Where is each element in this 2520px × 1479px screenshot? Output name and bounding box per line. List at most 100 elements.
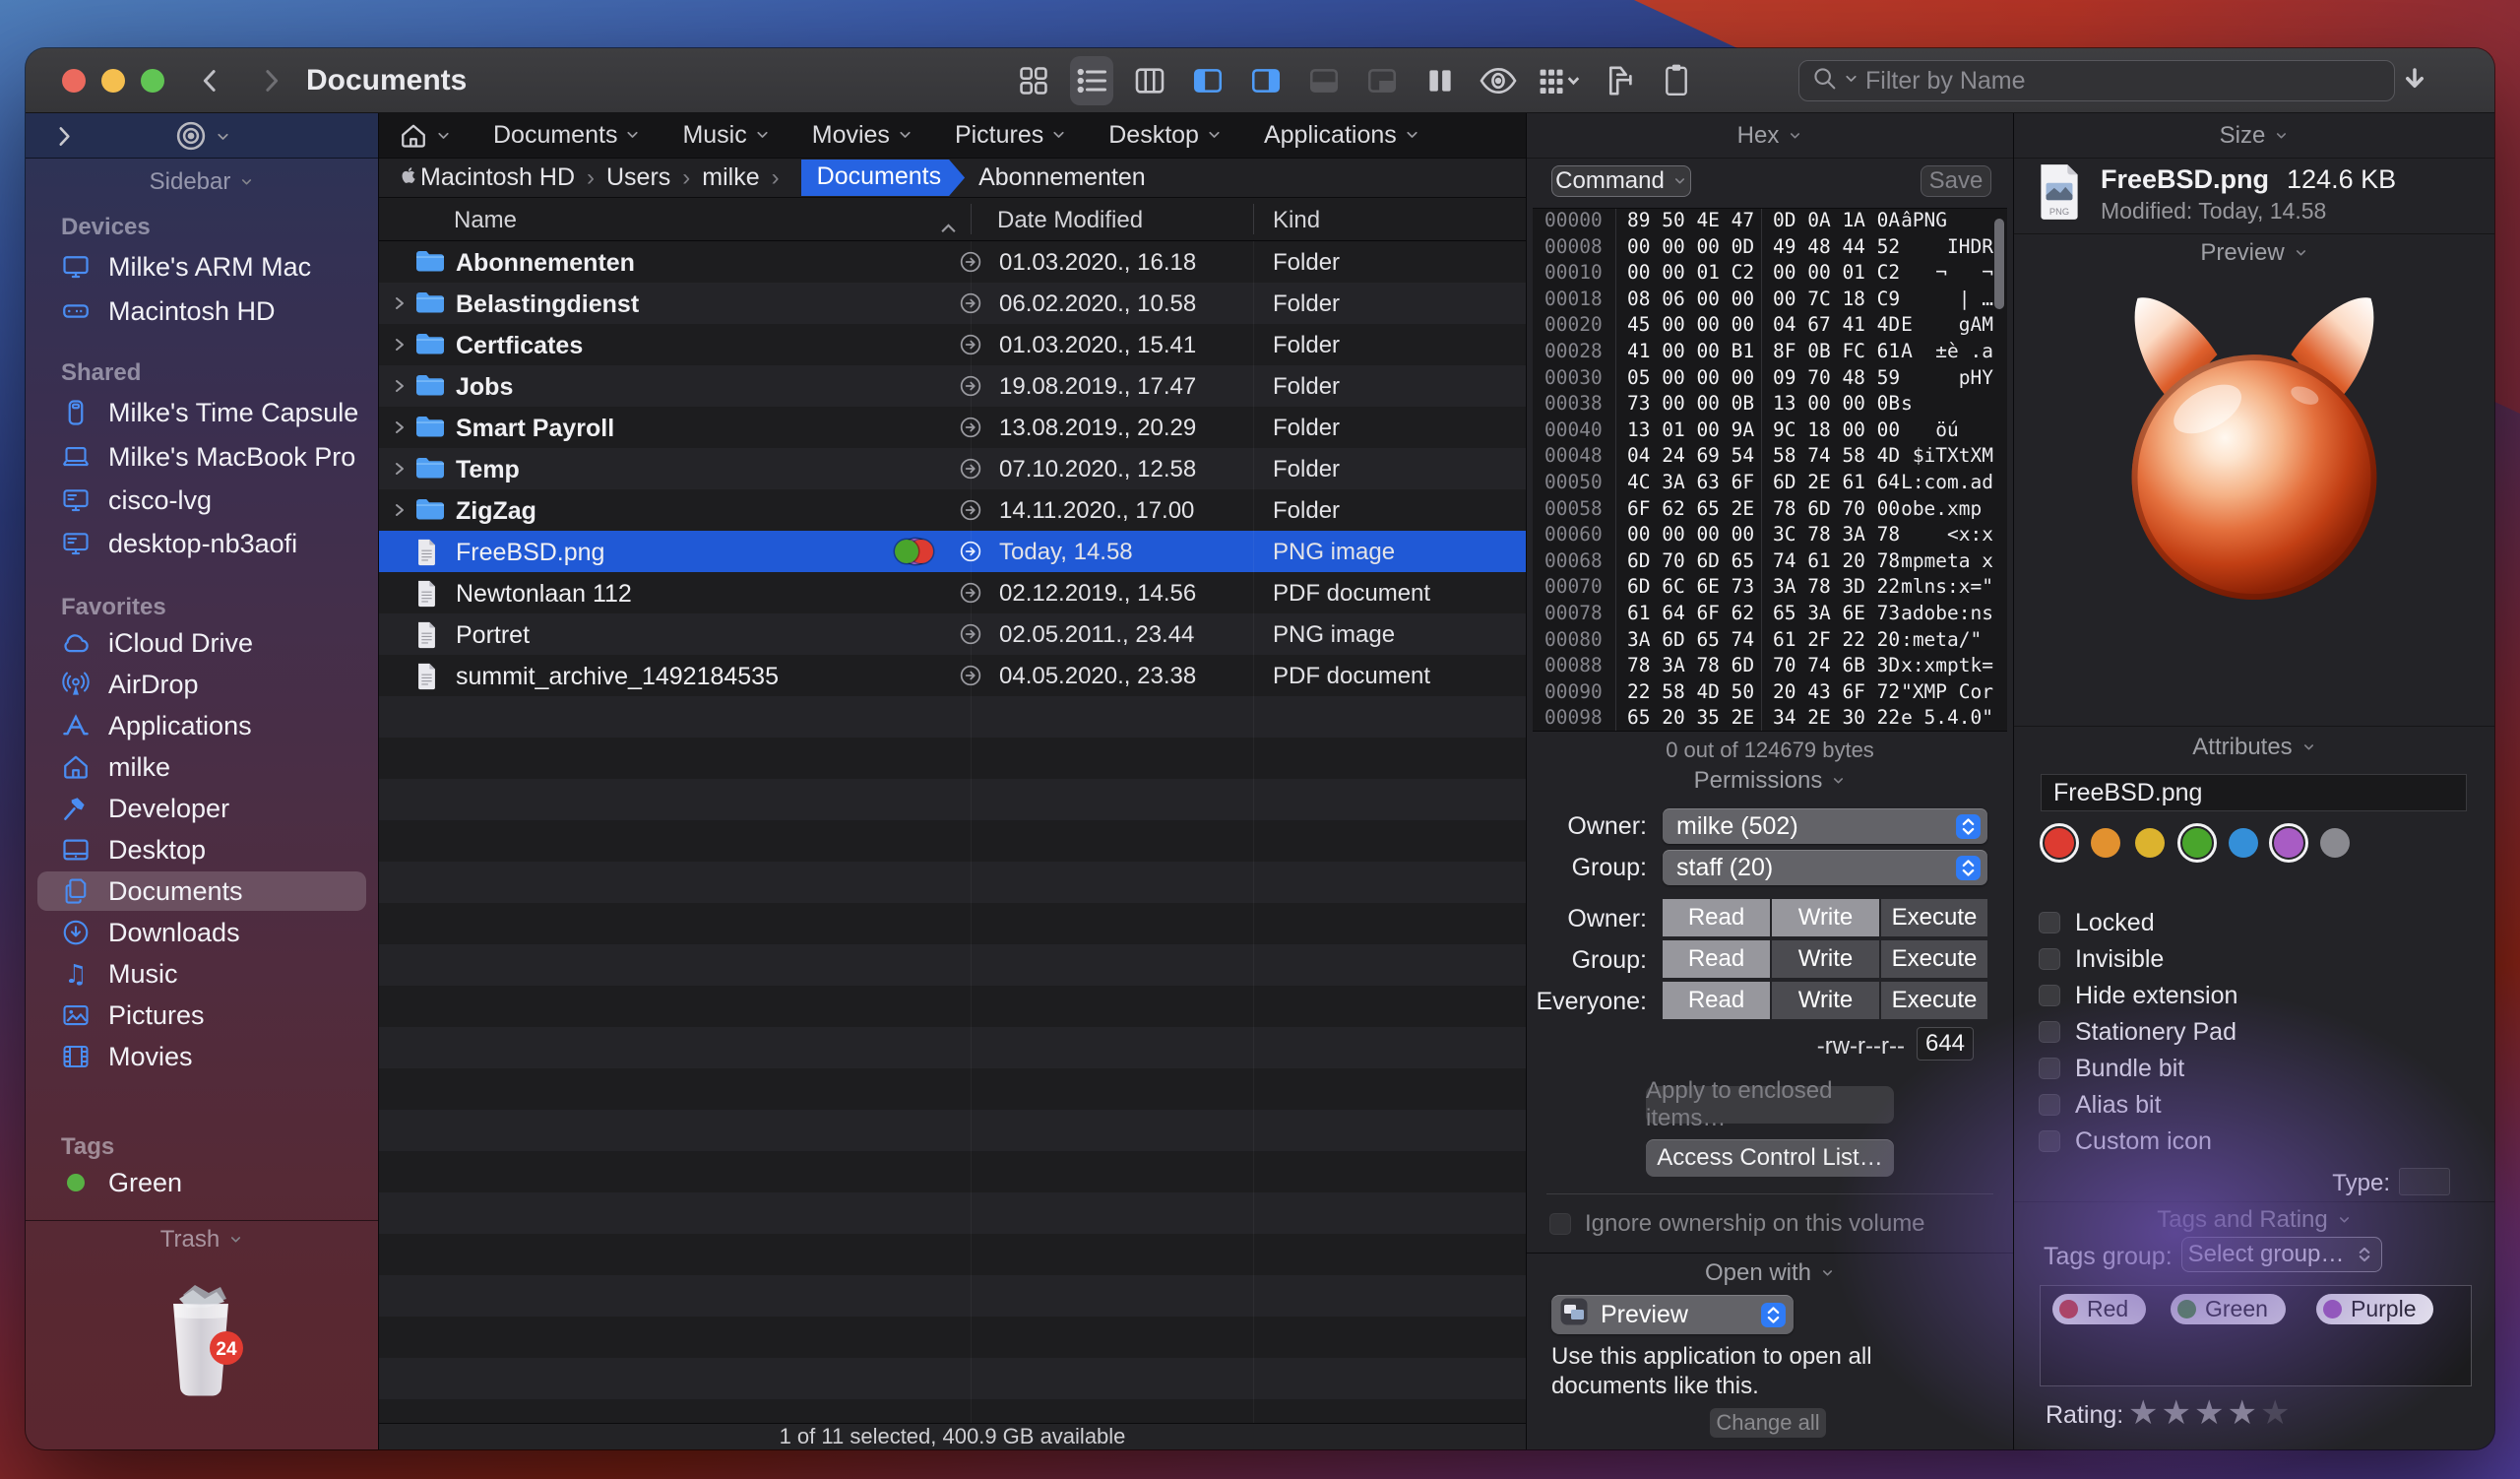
dual-pane-icon[interactable] (1418, 56, 1462, 105)
sidebar-item-applications[interactable]: Applications (37, 706, 366, 745)
sidebar-item-pictures[interactable]: Pictures (37, 996, 366, 1035)
breadcrumb-item[interactable]: Abonnementen (978, 163, 1146, 192)
disclosure-triangle[interactable] (393, 378, 407, 399)
file-row-temp[interactable]: Temp07.10.2020., 12.58Folder (379, 448, 1526, 489)
invisible-checkbox[interactable] (2039, 948, 2060, 970)
sidebar-item-music[interactable]: ♫Music (37, 954, 366, 994)
preview-header[interactable]: Preview (2014, 239, 2494, 267)
hex-row[interactable]: 000706D 6C 6E 733A 78 3D 22mlns:x=" (1533, 575, 2007, 602)
sidebar-item-macintosh-hd[interactable]: Macintosh HD (37, 291, 366, 331)
sidebar-item-icloud-drive[interactable]: iCloud Drive (37, 623, 366, 663)
breadcrumb-item[interactable]: Macintosh HD (420, 163, 575, 192)
owner-popup[interactable]: milke (502) (1663, 808, 1987, 844)
target-icon[interactable] (173, 118, 231, 154)
sidebar-item-milke-s-time-capsule[interactable]: Milke's Time Capsule (37, 393, 366, 432)
attributes-header[interactable]: Attributes (2014, 734, 2494, 761)
sidebar-item-milke[interactable]: milke (37, 747, 366, 787)
trash-header[interactable]: Trash (26, 1226, 378, 1254)
rating-star-5[interactable]: ★ (2260, 1394, 2293, 1432)
file-row-abonnementen[interactable]: Abonnementen01.03.2020., 16.18Folder (379, 241, 1526, 283)
filter-field[interactable] (1798, 60, 2395, 101)
chevron-down-icon[interactable] (1843, 70, 1859, 92)
tag-pill-purple[interactable]: Purple (2316, 1294, 2433, 1324)
tags-group-popup[interactable]: Select group… (2181, 1237, 2382, 1272)
hex-row[interactable]: 0003873 00 00 0B13 00 00 0Bs (1533, 392, 2007, 418)
forward-button[interactable] (253, 63, 288, 98)
path-menu-music[interactable]: Music (682, 121, 770, 150)
perm-group-write[interactable]: Write (1772, 940, 1879, 978)
close-button[interactable] (62, 69, 86, 93)
tags-box[interactable]: RedGreenPurple (2040, 1285, 2472, 1386)
perm-everyone-read[interactable]: Read (1663, 982, 1770, 1019)
sidebar-item-movies[interactable]: Movies (37, 1037, 366, 1076)
filename-field[interactable] (2041, 774, 2467, 811)
preview-eye-icon[interactable] (1477, 56, 1520, 105)
file-row-portret[interactable]: Portret02.05.2011., 23.44PNG image (379, 613, 1526, 655)
file-row-newtonlaan-112[interactable]: Newtonlaan 11202.12.2019., 14.56PDF docu… (379, 572, 1526, 613)
open-arrow-icon[interactable] (958, 373, 983, 404)
perm-owner-execute[interactable]: Execute (1881, 899, 1987, 936)
sidebar-item-airdrop[interactable]: AirDrop (37, 665, 366, 704)
permissions-header[interactable]: Permissions (1527, 767, 2013, 795)
perm-owner-write[interactable]: Write (1772, 899, 1879, 936)
column-header-kind[interactable]: Kind (1273, 207, 1320, 234)
hex-row[interactable]: 0006000 00 00 003C 78 3A 78 <x:x (1533, 523, 2007, 549)
rating-stars[interactable]: ★★★★★ (2128, 1393, 2293, 1433)
sidebar-item-desktop-nb3aofi[interactable]: desktop-nb3aofi (37, 524, 366, 563)
path-menu-documents[interactable]: Documents (493, 121, 641, 150)
open-arrow-icon[interactable] (958, 456, 983, 486)
path-home[interactable] (399, 121, 452, 151)
open-arrow-icon[interactable] (958, 539, 983, 569)
hex-row[interactable]: 0000800 00 00 0D49 48 44 52 IHDR (1533, 235, 2007, 262)
open-arrow-icon[interactable] (958, 290, 983, 321)
grid-view-icon[interactable] (1012, 56, 1055, 105)
clipboard-icon[interactable] (1655, 56, 1698, 105)
view-options-icon[interactable] (1535, 56, 1582, 105)
path-menu-desktop[interactable]: Desktop (1108, 121, 1223, 150)
file-row-freebsd-png[interactable]: FreeBSD.pngToday, 14.58PNG image (379, 531, 1526, 572)
command-menu-button[interactable]: Command (1551, 165, 1691, 197)
path-menu-applications[interactable]: Applications (1264, 121, 1420, 150)
open-arrow-icon[interactable] (958, 497, 983, 528)
panel-right-icon[interactable] (1244, 56, 1288, 105)
column-view-icon[interactable] (1128, 56, 1171, 105)
path-menu-pictures[interactable]: Pictures (955, 121, 1067, 150)
back-button[interactable] (193, 63, 228, 98)
disclosure-triangle[interactable] (393, 337, 407, 357)
hex-row[interactable]: 000803A 6D 65 7461 2F 22 20:meta/" (1533, 628, 2007, 655)
hex-row[interactable]: 0003005 00 00 0009 70 48 59 pHY (1533, 366, 2007, 393)
open-arrow-icon[interactable] (958, 663, 983, 693)
file-row-jobs[interactable]: Jobs19.08.2019., 17.47Folder (379, 365, 1526, 407)
panel-bottom-icon[interactable] (1302, 56, 1346, 105)
open-arrow-icon[interactable] (958, 415, 983, 445)
tag-color-gray[interactable] (2320, 828, 2350, 858)
sidebar-item-milke-s-macbook-pro[interactable]: Milke's MacBook Pro (37, 437, 366, 477)
apply-to-enclosed-button[interactable]: Apply to enclosed items… (1646, 1086, 1894, 1124)
file-row-belastingdienst[interactable]: Belastingdienst06.02.2020., 10.58Folder (379, 283, 1526, 324)
tag-pill-red[interactable]: Red (2052, 1294, 2146, 1324)
measure-icon[interactable] (1597, 56, 1640, 105)
breadcrumb-item[interactable]: Users (606, 163, 670, 192)
hex-row[interactable]: 0002841 00 00 B18F 0B FC 61A ±è .a (1533, 340, 2007, 366)
tag-color-yellow[interactable] (2135, 828, 2165, 858)
perm-owner-read[interactable]: Read (1663, 899, 1770, 936)
rating-star-2[interactable]: ★ (2161, 1394, 2193, 1432)
hex-row[interactable]: 0001000 00 01 C200 00 01 C2 ¬ ¬ (1533, 261, 2007, 288)
hex-row[interactable]: 000504C 3A 63 6F6D 2E 61 64L:com.ad (1533, 471, 2007, 497)
open-arrow-icon[interactable] (958, 580, 983, 611)
disclosure-triangle[interactable] (393, 461, 407, 482)
file-row-smart-payroll[interactable]: Smart Payroll13.08.2019., 20.29Folder (379, 407, 1526, 448)
download-arrow-icon[interactable] (2400, 64, 2429, 100)
size-header[interactable]: Size (2014, 113, 2494, 159)
tags-rating-header[interactable]: Tags and Rating (2014, 1206, 2494, 1234)
locked-checkbox[interactable] (2039, 912, 2060, 933)
ignore-ownership-checkbox[interactable] (1549, 1213, 1571, 1235)
hex-header[interactable]: Hex (1527, 113, 2013, 159)
alias-bit-checkbox[interactable] (2039, 1094, 2060, 1116)
zoom-button[interactable] (141, 69, 164, 93)
expand-sidebar-icon[interactable] (51, 123, 77, 154)
access-control-list-button[interactable]: Access Control List… (1646, 1139, 1894, 1177)
rating-star-3[interactable]: ★ (2194, 1394, 2227, 1432)
list-view-icon[interactable] (1070, 56, 1113, 105)
column-header-date[interactable]: Date Modified (997, 207, 1143, 234)
